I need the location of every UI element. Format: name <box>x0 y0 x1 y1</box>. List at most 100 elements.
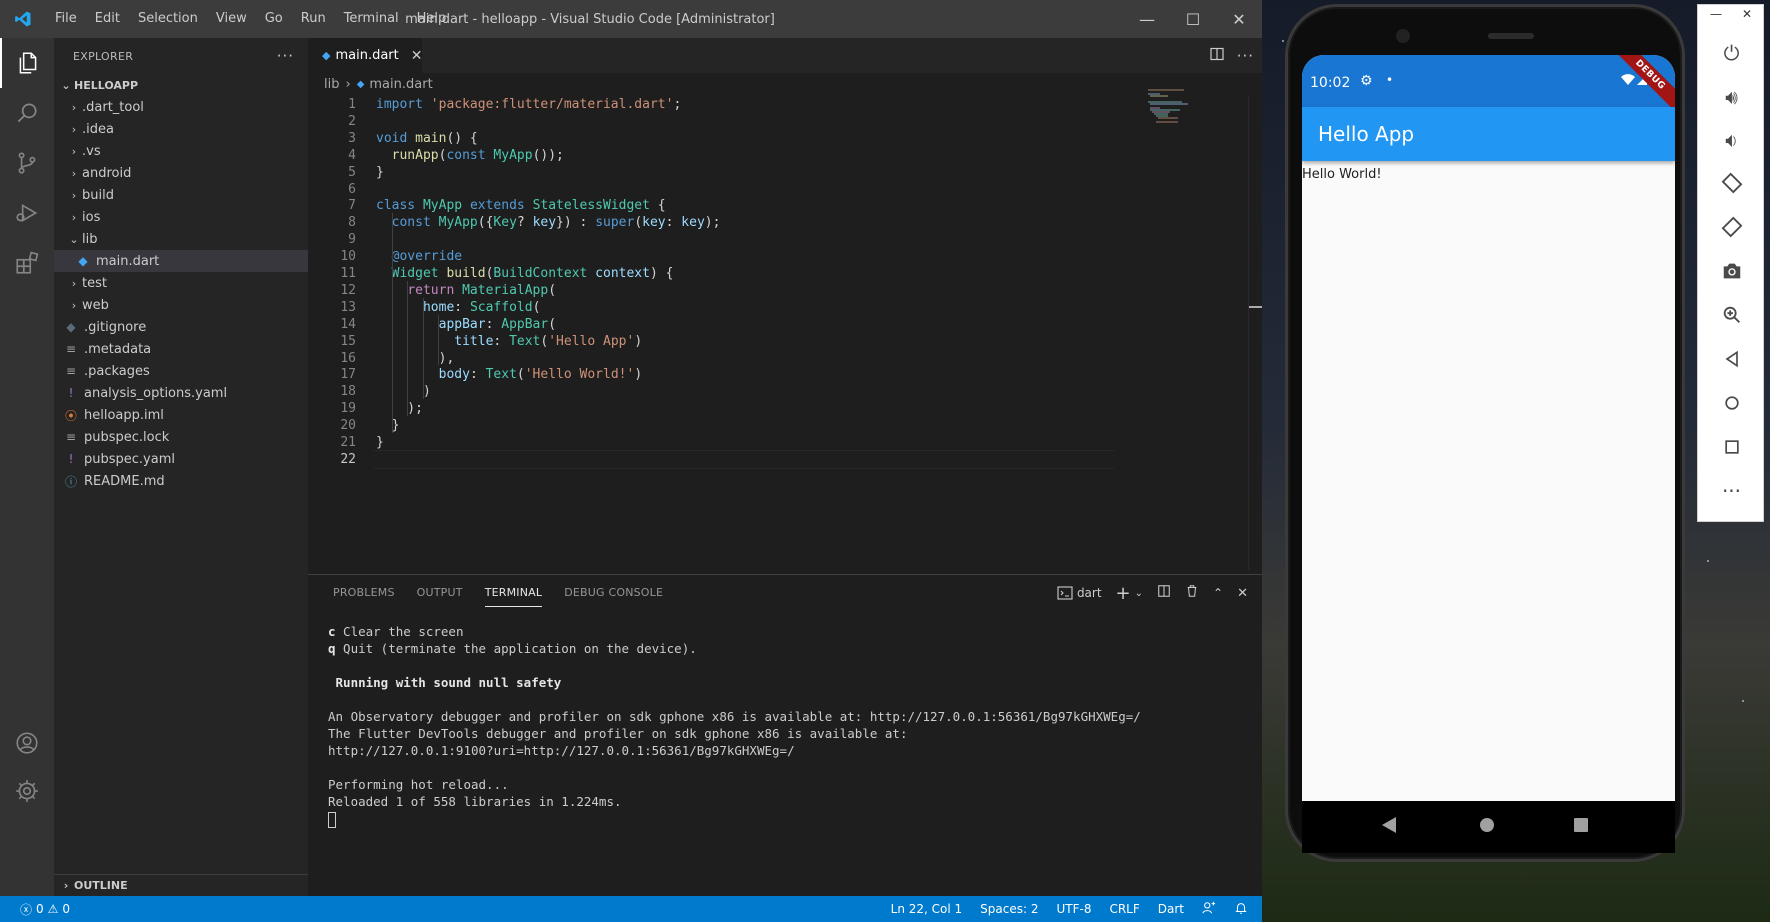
tree-file[interactable]: ≡ .packages <box>54 360 308 382</box>
split-editor-icon[interactable] <box>1209 46 1225 66</box>
nav-back-icon[interactable] <box>1380 815 1398 839</box>
run-debug-icon[interactable] <box>0 188 54 238</box>
code-editor[interactable]: 1 import 'package:flutter/material.dart';… <box>308 95 1248 570</box>
tree-file[interactable]: ! pubspec.yaml <box>54 448 308 470</box>
maximize-button[interactable]: ☐ <box>1170 0 1216 38</box>
indentation[interactable]: Spaces: 2 <box>980 902 1038 916</box>
editor-scrollbar[interactable] <box>1248 95 1262 570</box>
chevron-down-icon[interactable]: ⌄ <box>1135 588 1143 599</box>
code-text: body: Text('Hello World!') <box>438 367 643 383</box>
tree-folder[interactable]: › web <box>54 294 308 316</box>
language-mode[interactable]: Dart <box>1158 902 1184 916</box>
home-icon[interactable] <box>1698 383 1765 423</box>
menu-file[interactable]: File <box>46 0 86 38</box>
minimap[interactable] <box>1148 88 1228 138</box>
close-button[interactable]: ✕ <box>1216 0 1262 38</box>
feedback-icon[interactable] <box>1202 901 1216 918</box>
tree-folder[interactable]: › build <box>54 184 308 206</box>
encoding[interactable]: UTF-8 <box>1056 902 1091 916</box>
tab-terminal[interactable]: TERMINAL <box>474 575 554 611</box>
line-ending[interactable]: CRLF <box>1109 902 1139 916</box>
split-terminal-icon[interactable] <box>1157 584 1171 602</box>
breadcrumb-file[interactable]: main.dart <box>369 77 432 92</box>
terminal-cursor <box>328 811 336 828</box>
menu-edit[interactable]: Edit <box>86 0 129 38</box>
zoom-icon[interactable] <box>1698 295 1765 335</box>
title-bar: File Edit Selection View Go Run Terminal… <box>0 0 1262 38</box>
close-panel-icon[interactable]: ✕ <box>1237 586 1248 601</box>
line-number: 18 <box>340 384 356 400</box>
rotate-left-icon[interactable] <box>1698 163 1765 203</box>
cursor-position[interactable]: Ln 22, Col 1 <box>891 902 963 916</box>
menu-view[interactable]: View <box>207 0 256 38</box>
maximize-panel-icon[interactable]: ⌃ <box>1213 586 1223 600</box>
trash-icon[interactable] <box>1185 584 1199 602</box>
camera-icon[interactable] <box>1698 251 1765 291</box>
menu-run[interactable]: Run <box>292 0 335 38</box>
tree-file[interactable]: ! analysis_options.yaml <box>54 382 308 404</box>
tree-file[interactable]: ≡ pubspec.lock <box>54 426 308 448</box>
tree-folder[interactable]: › .vs <box>54 140 308 162</box>
emulator-minimize-button[interactable]: — <box>1710 7 1722 21</box>
tab-label: main.dart <box>335 48 399 63</box>
tree-folder[interactable]: › .dart_tool <box>54 96 308 118</box>
line-number: 15 <box>340 333 356 349</box>
code-text: return MaterialApp( <box>407 282 557 298</box>
tree-file[interactable]: ⦿ helloapp.iml <box>54 404 308 426</box>
tree-file[interactable]: ◆ .gitignore <box>54 316 308 338</box>
vscode-logo-icon[interactable] <box>0 0 46 38</box>
tab-main-dart[interactable]: ◆ main.dart ✕ <box>308 38 422 73</box>
device-screen[interactable]: 10:02 ⚙ • DEBUG Hello App Hello World! <box>1302 55 1675 853</box>
emulator-close-button[interactable]: ✕ <box>1742 7 1752 21</box>
tree-file[interactable]: ⓘ README.md <box>54 470 308 492</box>
volume-up-icon[interactable]: 🔊︎ <box>1698 77 1765 117</box>
tab-problems[interactable]: PROBLEMS <box>322 575 406 611</box>
overview-icon[interactable] <box>1698 427 1765 467</box>
notifications-bell-icon[interactable] <box>1234 901 1248 918</box>
power-icon[interactable]: ⏻ <box>1698 33 1765 73</box>
tree-item-label: .packages <box>84 363 150 379</box>
rotate-right-icon[interactable] <box>1698 207 1765 247</box>
terminal-output[interactable]: c Clear the screen q Quit (terminate the … <box>328 623 1248 828</box>
tree-folder[interactable]: › .idea <box>54 118 308 140</box>
tree-folder[interactable]: ⌄ lib <box>54 228 308 250</box>
tree-folder[interactable]: › android <box>54 162 308 184</box>
line-number: 22 <box>340 451 356 467</box>
more-icon[interactable]: ··· <box>1698 471 1765 511</box>
explorer-icon[interactable] <box>0 38 54 88</box>
tab-debug-console[interactable]: DEBUG CONSOLE <box>553 575 674 611</box>
tab-close-icon[interactable]: ✕ <box>411 48 423 64</box>
problems-status[interactable]: ⓧ 0 ⚠ 0 <box>20 896 70 922</box>
tree-file[interactable]: ≡ .metadata <box>54 338 308 360</box>
volume-down-icon[interactable]: 🔉︎ <box>1698 120 1765 160</box>
tree-item-label: main.dart <box>96 253 160 269</box>
outline-section-header[interactable]: › OUTLINE <box>54 874 308 896</box>
menu-go[interactable]: Go <box>256 0 292 38</box>
tree-item-label: web <box>82 297 109 313</box>
minimize-button[interactable]: — <box>1124 0 1170 38</box>
settings-gear-icon[interactable] <box>0 766 54 816</box>
back-icon[interactable] <box>1698 339 1765 379</box>
tree-folder[interactable]: › ios <box>54 206 308 228</box>
terminal-selector[interactable]: dart <box>1057 586 1102 600</box>
new-terminal-icon[interactable]: + <box>1116 583 1131 604</box>
menu-selection[interactable]: Selection <box>129 0 207 38</box>
nav-overview-icon[interactable] <box>1572 815 1590 839</box>
window-title: main.dart - helloapp - Visual Studio Cod… <box>405 11 775 27</box>
terminal-key: c <box>328 624 336 639</box>
phone-status-bar: 10:02 ⚙ • DEBUG <box>1302 55 1675 120</box>
source-control-icon[interactable] <box>0 138 54 188</box>
project-folder-header[interactable]: ⌄ HELLOAPP <box>54 74 308 96</box>
nav-home-icon[interactable] <box>1478 815 1496 839</box>
more-actions-icon[interactable]: ··· <box>1237 47 1254 65</box>
tab-output[interactable]: OUTPUT <box>406 575 474 611</box>
tree-folder[interactable]: › test <box>54 272 308 294</box>
tree-item-label: .idea <box>82 121 114 137</box>
search-icon[interactable] <box>0 88 54 138</box>
extensions-icon[interactable] <box>0 238 54 288</box>
tree-file[interactable]: ◆ main.dart <box>54 250 308 272</box>
breadcrumb-folder[interactable]: lib <box>324 77 339 92</box>
more-actions-button[interactable]: ··· <box>277 47 294 65</box>
account-icon[interactable] <box>0 718 54 768</box>
dart-file-icon: ◆ <box>322 49 331 62</box>
